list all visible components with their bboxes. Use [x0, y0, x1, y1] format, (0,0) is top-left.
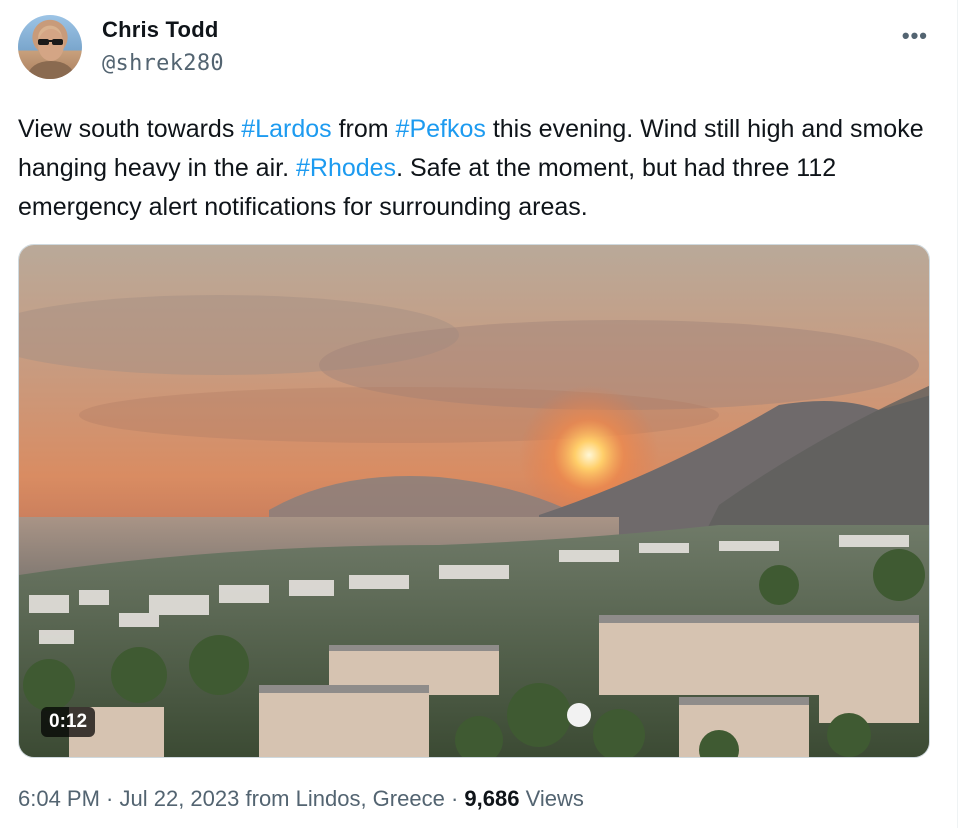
meta-separator: ·: [444, 786, 465, 811]
tweet-text: View south towards #Lardos from #Pefkos …: [18, 110, 928, 227]
video-player[interactable]: 0:12: [18, 244, 930, 758]
tweet-header: Chris Todd @shrek280 •••: [18, 15, 938, 85]
hashtag-link[interactable]: #Lardos: [241, 115, 331, 143]
author-name[interactable]: Chris Todd: [102, 17, 218, 43]
page-edge: [957, 0, 962, 828]
tweet-meta: 6:04 PM · Jul 22, 2023 from Lindos, Gree…: [18, 786, 584, 812]
video-thumbnail: [19, 245, 929, 757]
more-dots-icon[interactable]: •••: [902, 23, 928, 49]
tweet-location[interactable]: Lindos, Greece: [296, 786, 445, 811]
hashtag-link[interactable]: #Rhodes: [296, 154, 396, 182]
location-prefix: from: [245, 786, 296, 811]
tweet-text-segment: from: [331, 115, 396, 143]
profile-photo-icon: [26, 29, 76, 79]
tweet-time[interactable]: 6:04 PM: [18, 786, 100, 811]
views-label: Views: [525, 786, 584, 811]
hashtag-link[interactable]: #Pefkos: [396, 115, 486, 143]
tweet-text-segment: View south towards: [18, 115, 242, 143]
views-count: 9,686: [464, 786, 520, 811]
author-handle[interactable]: @shrek280: [102, 51, 224, 76]
video-duration-badge: 0:12: [41, 707, 96, 737]
tweet-date[interactable]: Jul 22, 2023: [120, 786, 240, 811]
avatar[interactable]: [18, 15, 82, 79]
meta-separator: ·: [99, 786, 120, 811]
